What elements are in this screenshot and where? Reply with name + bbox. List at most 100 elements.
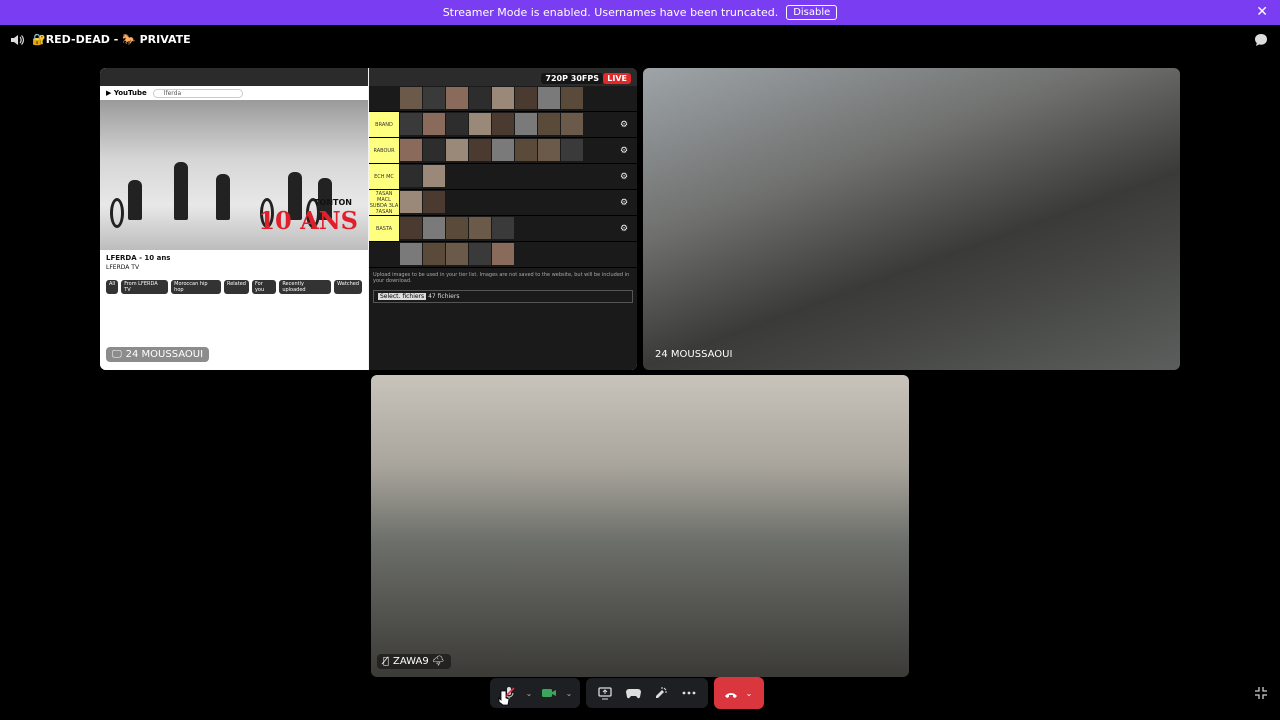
gear-icon[interactable]: ⚙ [611, 190, 637, 215]
camera-tile[interactable]: 24 MOUSSAOUI [643, 68, 1180, 370]
browser-tabs [100, 68, 368, 86]
tier-label[interactable]: RABOUR [369, 138, 399, 163]
tier-item-image[interactable] [469, 113, 491, 135]
camera-tile[interactable]: 🎙̸ ZAWA9 🌩 [371, 375, 909, 677]
live-badge: LIVE [603, 73, 631, 84]
tier-item-image[interactable] [469, 243, 491, 265]
tier-item-image[interactable] [515, 87, 537, 109]
tier-item-image[interactable] [423, 243, 445, 265]
tier-item-image[interactable] [492, 243, 514, 265]
tier-item-image[interactable] [400, 87, 422, 109]
tier-item-image[interactable] [400, 139, 422, 161]
tier-item-image[interactable] [538, 87, 560, 109]
call-controls: ⌄ ⌄ ⌄ [490, 677, 764, 709]
channel-name: 🔐RED-DEAD - 🐎 PRIVATE [32, 33, 191, 46]
tier-item-image[interactable] [446, 87, 468, 109]
tier-item-image[interactable] [469, 139, 491, 161]
tier-item-image[interactable] [446, 139, 468, 161]
tier-item-image[interactable] [423, 165, 445, 187]
filter-chip[interactable]: Watched [334, 280, 362, 294]
youtube-header: ▶ YouTube lferda [100, 86, 368, 100]
tier-item-image[interactable] [400, 165, 422, 187]
gear-icon[interactable]: ⚙ [611, 138, 637, 163]
tier-label[interactable]: ECH MC [369, 164, 399, 189]
file-picker[interactable]: Select. fichiers 47 fichiers [373, 290, 633, 303]
tier-item-image[interactable] [469, 217, 491, 239]
end-call-button[interactable]: ⌄ [714, 677, 764, 709]
gear-icon[interactable]: ⚙ [611, 164, 637, 189]
tier-item-image[interactable] [400, 113, 422, 135]
tier-row: 7ASAN MACL SUBDA 3LA 7ASAN ⚙ [369, 190, 637, 216]
tierlist-window: BRAND ⚙ RABOUR ⚙ ECH MC ⚙ 7ASAN MACL SUBDA 3LA… [369, 68, 637, 370]
tier-label[interactable]: BASTA [369, 216, 399, 241]
tier-item-image[interactable] [446, 243, 468, 265]
tier-item-image[interactable] [561, 113, 583, 135]
tier-item-image[interactable] [538, 113, 560, 135]
tier-label[interactable]: BRAND [369, 112, 399, 137]
disable-streamer-mode-button[interactable]: Disable [786, 5, 838, 20]
tier-item-image[interactable] [423, 191, 445, 213]
tier-items [399, 138, 611, 163]
filter-chip[interactable]: Recently uploaded [279, 280, 332, 294]
tier-item-image[interactable] [561, 139, 583, 161]
tier-item-image[interactable] [538, 139, 560, 161]
filter-chip[interactable]: Moroccan hip hop [171, 280, 221, 294]
tier-item-image[interactable] [446, 113, 468, 135]
gear-icon[interactable] [611, 86, 637, 111]
tier-label[interactable]: 7ASAN MACL SUBDA 3LA 7ASAN [369, 190, 399, 215]
tier-item-image[interactable] [423, 217, 445, 239]
tier-item-image[interactable] [492, 217, 514, 239]
tier-label[interactable] [369, 86, 399, 111]
tier-item-image[interactable] [492, 113, 514, 135]
tier-item-image[interactable] [492, 139, 514, 161]
tier-item-image[interactable] [515, 139, 537, 161]
figure-shape [216, 174, 230, 220]
tier-row [369, 86, 637, 112]
tier-item-image[interactable] [400, 243, 422, 265]
tier-row: ECH MC ⚙ [369, 164, 637, 190]
camera-icon[interactable] [536, 680, 562, 706]
tier-item-image[interactable] [400, 217, 422, 239]
tier-items [399, 86, 611, 111]
filter-chip[interactable]: Related [223, 280, 249, 294]
soundboard-icon[interactable] [648, 680, 674, 706]
youtube-window: ▶ YouTube lferda TONTON 10 ANS LFERDA - … [100, 68, 368, 370]
mic-muted-icon: 🎙̸ [383, 656, 390, 667]
screen-share-tile[interactable]: ▶ YouTube lferda TONTON 10 ANS LFERDA - … [100, 68, 637, 370]
close-icon[interactable]: ✕ [1256, 4, 1268, 20]
banner-message: Streamer Mode is enabled. Usernames have… [442, 6, 779, 19]
screen-share-icon[interactable] [592, 680, 618, 706]
gear-icon[interactable]: ⚙ [611, 112, 637, 137]
chevron-down-icon[interactable]: ⌄ [564, 689, 574, 698]
tier-item-image[interactable] [423, 113, 445, 135]
tier-row: BRAND ⚙ [369, 112, 637, 138]
tier-item-image[interactable] [423, 139, 445, 161]
more-dots-icon[interactable] [676, 680, 702, 706]
gear-icon[interactable] [611, 242, 637, 267]
upload-note: Upload images to be used in your tier li… [373, 272, 630, 284]
filter-chip[interactable]: From LFERDA TV [121, 280, 169, 294]
tier-item-image[interactable] [400, 191, 422, 213]
tier-item-image[interactable] [423, 87, 445, 109]
tier-item-image[interactable] [515, 113, 537, 135]
tier-item-image[interactable] [446, 217, 468, 239]
speaker-icon[interactable] [10, 33, 24, 47]
chat-bubble-icon[interactable] [1254, 33, 1268, 47]
filter-chip[interactable]: For you [251, 280, 277, 294]
gamepad-icon[interactable] [620, 680, 646, 706]
filter-chip[interactable]: All [106, 280, 119, 294]
gear-icon[interactable]: ⚙ [611, 216, 637, 241]
tier-list: BRAND ⚙ RABOUR ⚙ ECH MC ⚙ 7ASAN MACL SUBDA 3LA… [369, 86, 637, 268]
chevron-down-icon[interactable]: ⌄ [524, 689, 534, 698]
tier-items [399, 190, 611, 215]
chevron-down-icon[interactable]: ⌄ [744, 689, 754, 698]
tier-label[interactable] [369, 242, 399, 267]
tier-item-image[interactable] [561, 87, 583, 109]
select-files-button[interactable]: Select. fichiers [378, 293, 427, 300]
tier-item-image[interactable] [492, 87, 514, 109]
tier-items [399, 216, 611, 241]
pointer-cursor-icon [498, 690, 510, 706]
collapse-icon[interactable] [1254, 686, 1268, 700]
thumbnail-title: 10 ANS [258, 206, 358, 235]
tier-item-image[interactable] [469, 87, 491, 109]
